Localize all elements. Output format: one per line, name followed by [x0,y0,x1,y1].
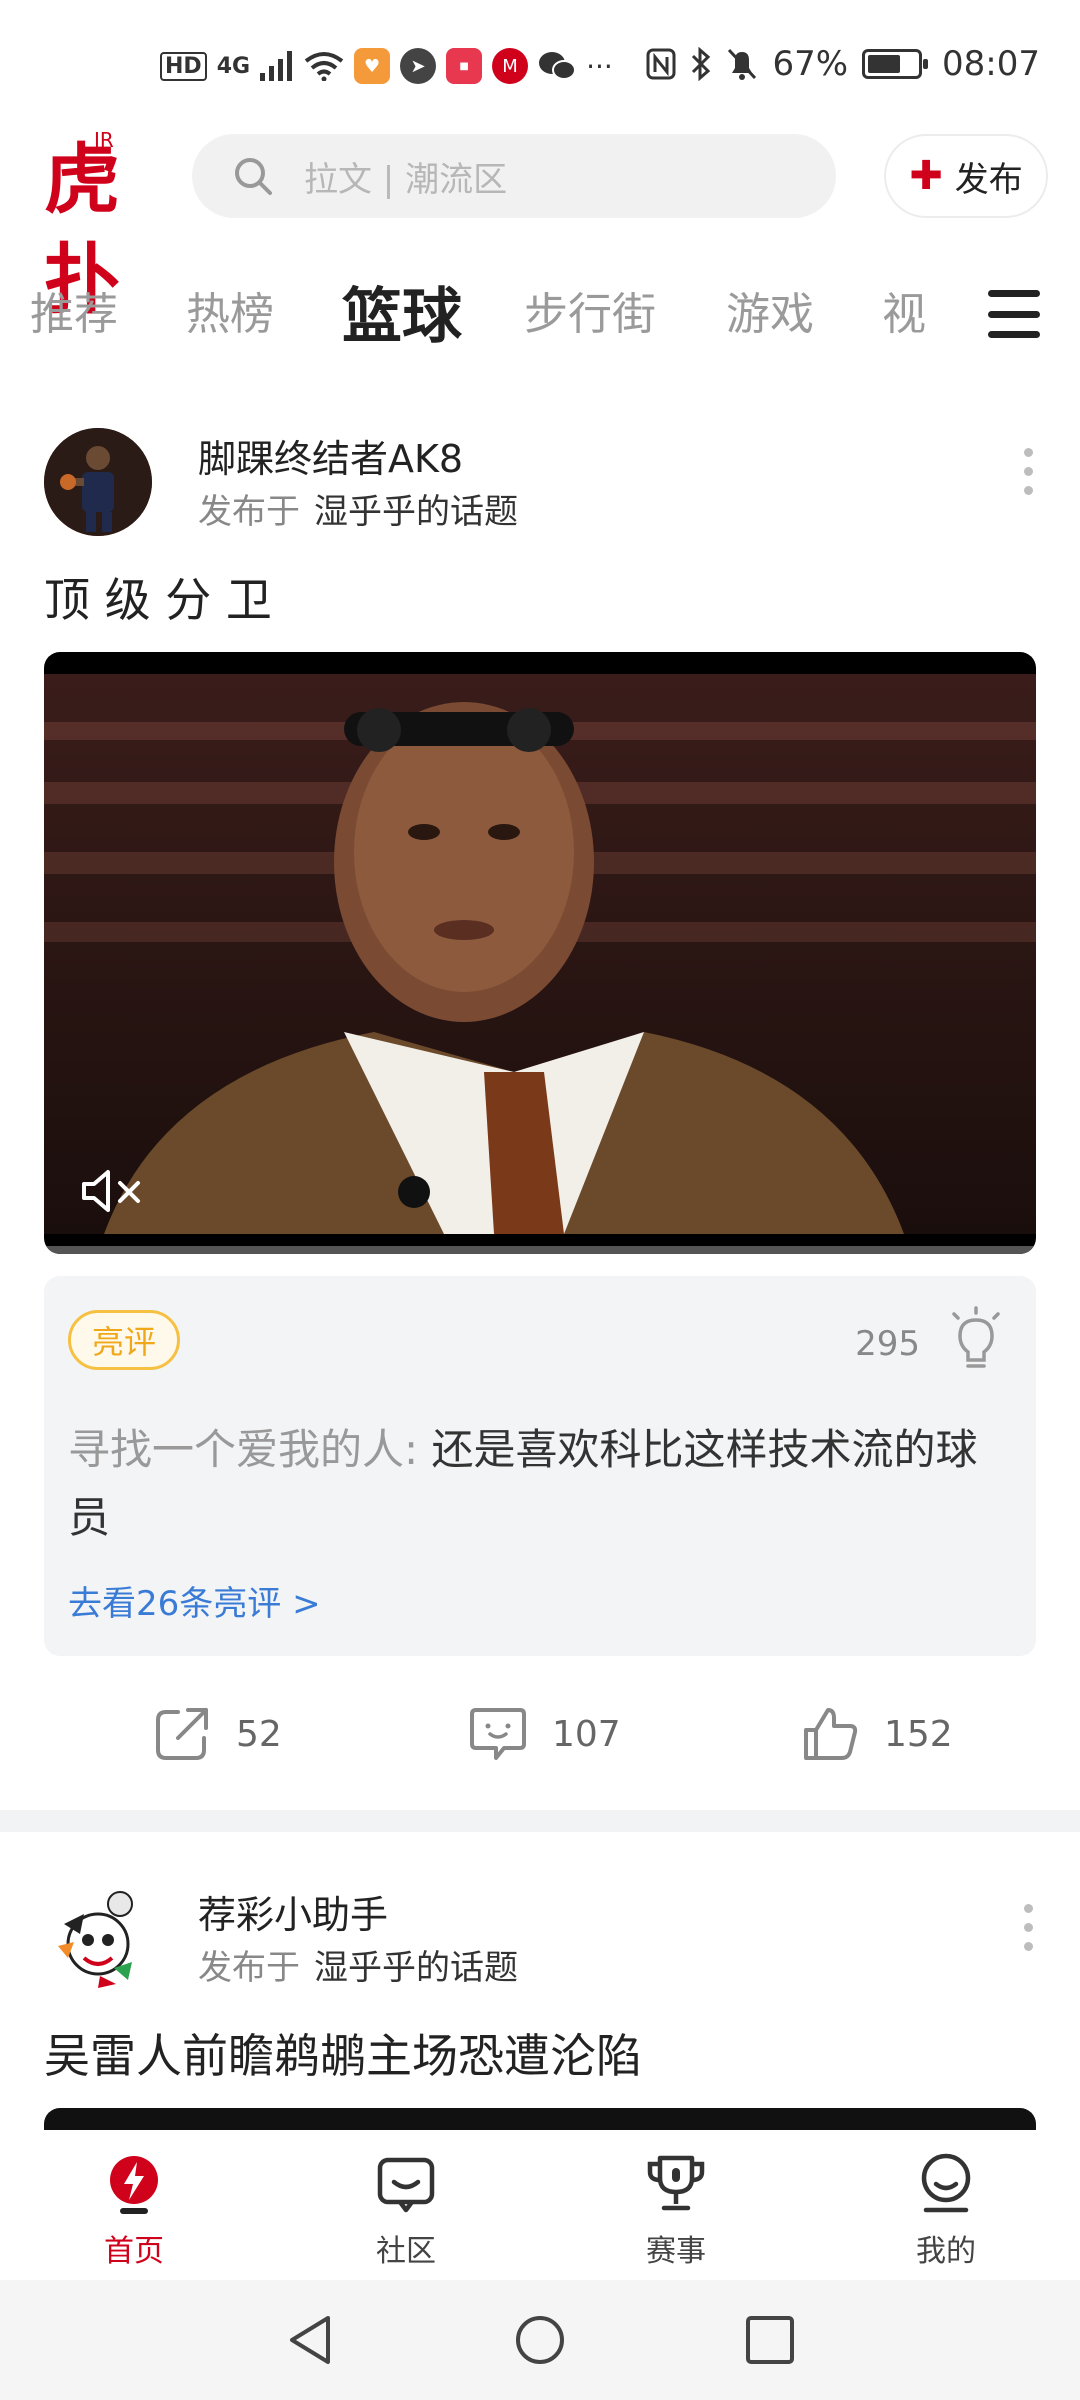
highlight-comment-box[interactable]: 亮评 295 寻找一个爱我的人: 还是喜欢科比这样技术流的球员 去看26条亮评 … [44,1276,1036,1656]
health-app-icon: ♥ [354,48,391,84]
network-indicator: 4G [216,53,251,79]
hd-indicator: HD [160,51,207,81]
video-frame [44,674,1036,1234]
logo-jr-mark: JR [94,128,114,152]
home-bolt-icon [110,2156,158,2214]
tab-pedestrian-street[interactable]: 步行街 [524,278,656,342]
profile-icon [921,2153,971,2213]
mute-icon[interactable] [80,1166,144,1216]
video-player[interactable] [44,652,1036,1254]
nav-home[interactable]: 首页 [74,2152,194,2270]
battery-percent: 67% [772,44,849,84]
post-title[interactable]: 吴雷人前瞻鹈鹕主场恐遭沦陷 [44,2020,642,2086]
bluetooth-icon [692,47,711,81]
thumbs-up-icon [804,1708,858,1760]
wifi-icon [304,52,344,81]
like-button[interactable]: 152 [800,1684,953,1784]
nav-profile-label: 我的 [916,2234,976,2269]
author-name[interactable]: 荐彩小助手 [198,1884,388,1939]
post-topic-line: 发布于 湿乎乎的话题 [198,484,518,533]
share-icon [156,1708,208,1760]
player-avatar-art [44,428,152,536]
signal-icon [260,51,293,81]
app-header: 虎扑 JR 拉文 | 潮流区 ✚ 发布 [0,120,1080,324]
like-count: 152 [884,1713,953,1755]
video-progress-bar[interactable] [44,1246,1036,1254]
post-title[interactable]: 顶 级 分 卫 [44,564,272,630]
nav-community[interactable]: 社区 [346,2152,466,2270]
highlight-like-count: 295 [855,1324,920,1364]
wechat-icon [539,52,577,80]
tab-basketball[interactable]: 篮球 [342,268,462,355]
see-all-highlights-link[interactable]: 去看26条亮评 > [68,1576,321,1625]
bird-app-icon: ➤ [400,48,437,84]
highlight-badge: 亮评 [68,1310,180,1370]
avatar[interactable] [44,428,152,536]
search-bar[interactable]: 拉文 | 潮流区 [192,134,836,218]
comment-username[interactable]: 寻找一个爱我的人: [68,1425,418,1474]
bottom-navigation: 首页 社区 赛事 我的 [0,2130,1080,2280]
tab-recommend[interactable]: 推荐 [30,278,118,342]
more-options-icon[interactable] [1024,448,1034,495]
plus-icon: ✚ [909,153,943,199]
recent-apps-icon[interactable] [742,2312,798,2368]
tab-video[interactable]: 视 [882,278,926,342]
highlight-comment-text: 寻找一个爱我的人: 还是喜欢科比这样技术流的球员 [68,1416,1008,1552]
publish-button[interactable]: ✚ 发布 [884,134,1048,218]
publish-label: 发布 [954,159,1023,200]
published-prefix: 发布于 [198,1948,300,1988]
trophy-icon [647,2155,705,2211]
topic-link[interactable]: 湿乎乎的话题 [314,492,518,532]
feed-divider [0,1810,1080,1832]
topic-link[interactable]: 湿乎乎的话题 [314,1948,518,1988]
menu-icon[interactable] [988,290,1040,338]
tab-games[interactable]: 游戏 [726,278,814,342]
huawei-app-icon: ■ [446,48,483,84]
nav-profile[interactable]: 我的 [886,2152,1006,2270]
more-options-icon[interactable] [1024,1904,1034,1951]
post-actions: 52 107 152 [0,1684,1080,1784]
system-navigation-bar [0,2280,1080,2400]
clock: 08:07 [942,44,1040,84]
battery-level [868,55,901,73]
status-left: HD 4G ♥ ➤ ■ M ··· [160,48,613,84]
battery-icon [862,49,929,79]
nav-community-label: 社区 [376,2234,436,2269]
home-circle-icon[interactable] [512,2312,568,2368]
nav-events[interactable]: 赛事 [616,2152,736,2270]
nfc-icon [646,48,676,80]
published-prefix: 发布于 [198,492,300,532]
share-count: 52 [236,1713,282,1755]
nav-events-label: 赛事 [646,2234,706,2269]
lightbulb-icon[interactable] [946,1306,1006,1372]
metro-app-icon: M [492,48,529,84]
community-icon [377,2157,435,2213]
tab-hot[interactable]: 热榜 [186,278,274,342]
mute-bell-icon [728,48,757,80]
post-topic-line: 发布于 湿乎乎的话题 [198,1940,518,1989]
more-notifications: ··· [586,49,613,83]
comment-button[interactable]: 107 [468,1684,621,1784]
comment-icon [470,1708,526,1760]
author-name[interactable]: 脚踝终结者AK8 [198,428,463,483]
avatar[interactable] [44,1884,152,1992]
nav-home-label: 首页 [104,2234,164,2269]
status-bar: HD 4G ♥ ➤ ■ M ··· 67% 08:07 [0,0,1080,120]
back-icon[interactable] [282,2312,338,2368]
share-button[interactable]: 52 [152,1684,282,1784]
search-placeholder: 拉文 | 潮流区 [304,159,508,200]
category-tabs: 推荐 热榜 篮球 步行街 游戏 视 [0,268,1080,364]
mascot-avatar-art [58,1891,133,1988]
status-right: 67% 08:07 [646,44,1040,84]
comment-count: 107 [552,1713,621,1755]
search-icon [235,158,272,195]
